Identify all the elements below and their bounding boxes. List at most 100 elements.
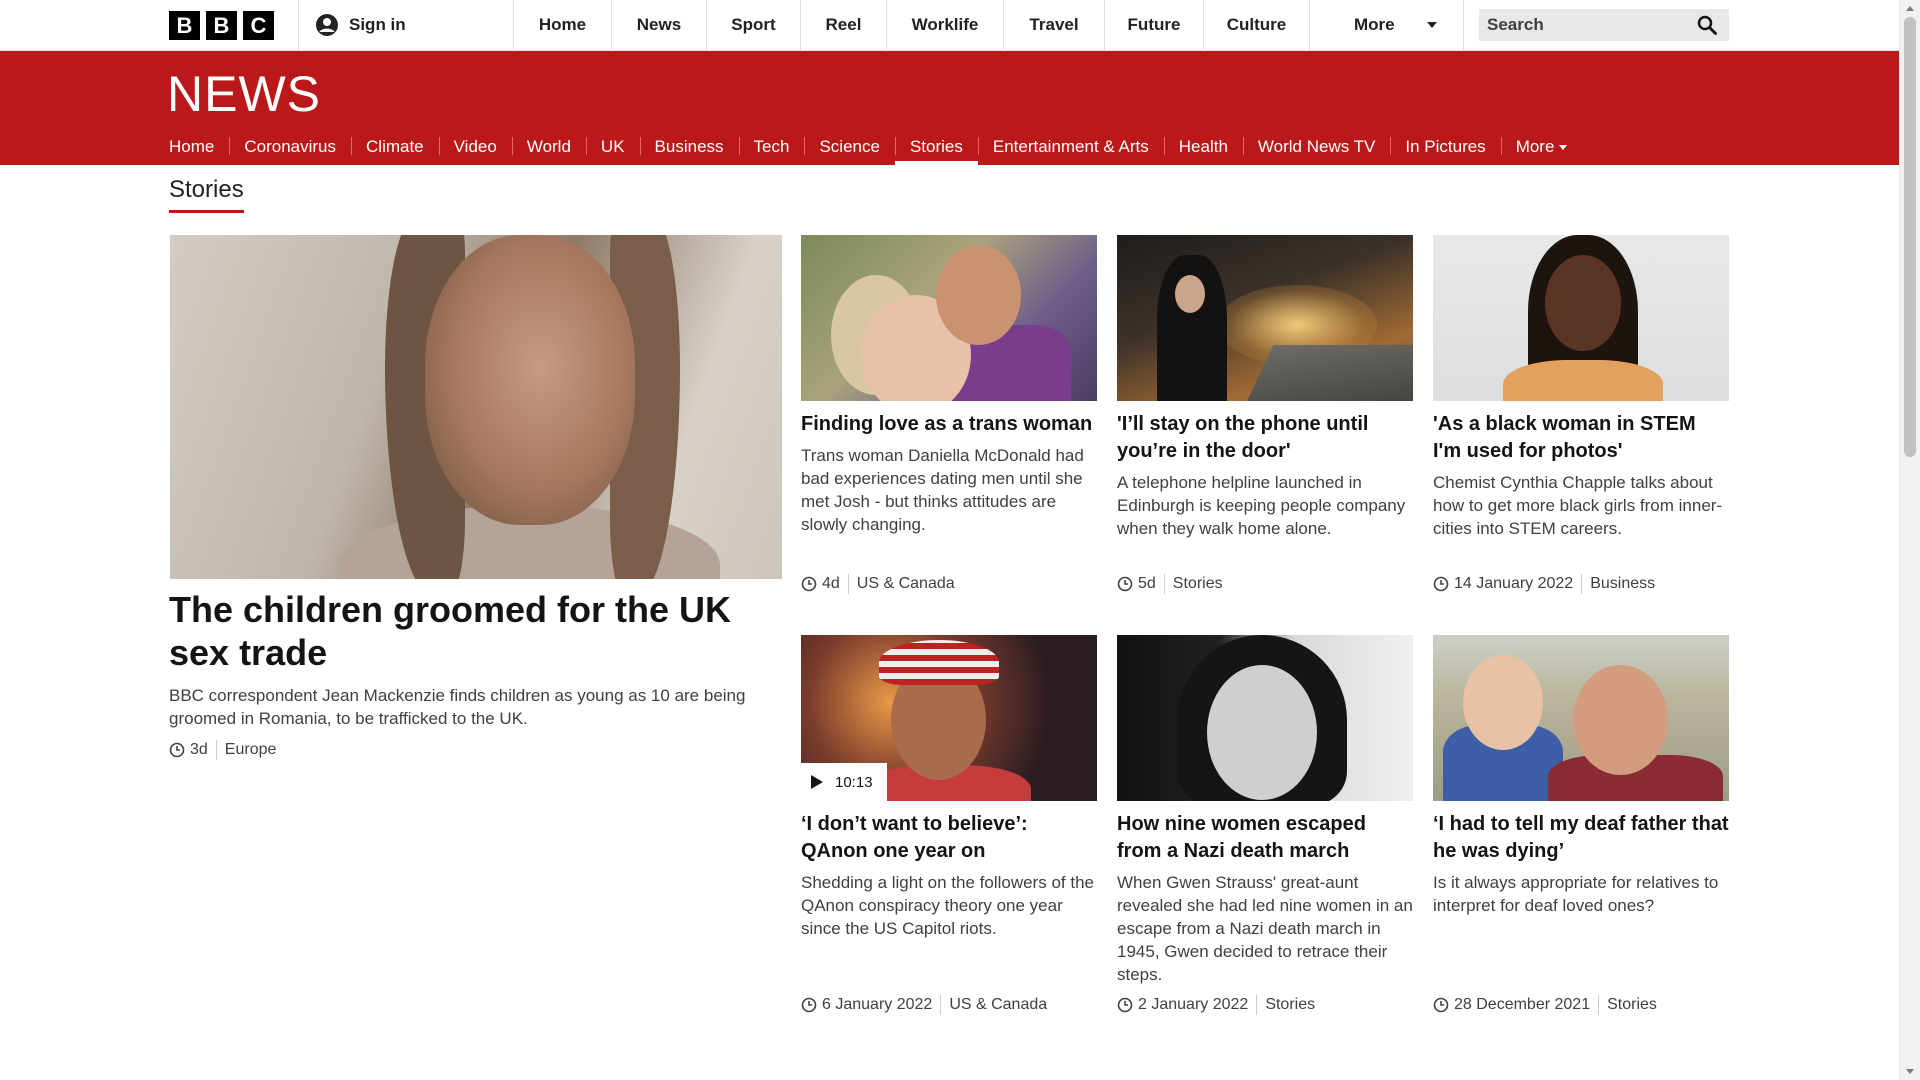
story-card-summary: When Gwen Strauss' great-aunt revealed s… — [1117, 873, 1413, 984]
news-nav-science[interactable]: Science — [804, 128, 894, 165]
page-scrollbar[interactable] — [1899, 0, 1920, 1080]
search-icon[interactable] — [1697, 15, 1717, 35]
meta-divider — [940, 995, 942, 1015]
global-nav-more[interactable]: More — [1309, 0, 1464, 50]
story-card-image[interactable]: 10:13 — [801, 635, 1097, 801]
news-nav-coronavirus[interactable]: Coronavirus — [229, 128, 351, 165]
news-nav-in-pictures[interactable]: In Pictures — [1390, 128, 1500, 165]
news-nav-uk[interactable]: UK — [585, 128, 640, 165]
news-nav-health[interactable]: Health — [1163, 128, 1243, 165]
story-card[interactable]: 10:13 ‘I don’t want to believe’: QAnon o… — [801, 635, 1097, 1020]
meta-divider — [215, 740, 217, 760]
story-card-image[interactable] — [801, 235, 1097, 401]
news-nav-home[interactable]: Home — [169, 128, 229, 165]
lead-story-meta: 3d Europe — [169, 739, 276, 761]
scrollbar-thumb[interactable] — [1904, 17, 1916, 457]
global-nav-home[interactable]: Home — [513, 0, 611, 50]
global-nav-sport[interactable]: Sport — [706, 0, 800, 50]
caret-down-icon — [1559, 145, 1568, 150]
lead-story-image[interactable] — [170, 235, 782, 579]
story-card-title[interactable]: 'As a black woman in STEM I'm used for p… — [1433, 411, 1729, 465]
story-card[interactable]: ‘I had to tell my deaf father that he wa… — [1433, 635, 1729, 1020]
story-card-category[interactable]: US & Canada — [949, 996, 1047, 1014]
story-card-meta: 4d US & Canada — [801, 573, 955, 595]
story-card-category[interactable]: Business — [1590, 575, 1655, 593]
clock-icon — [169, 742, 185, 758]
video-duration: 10:13 — [835, 773, 873, 791]
global-header: B B C Sign in Home News Sport Reel Workl… — [0, 0, 1899, 51]
meta-divider — [1163, 574, 1165, 594]
story-card-title[interactable]: How nine women escaped from a Nazi death… — [1117, 811, 1413, 865]
news-nav-world-news-tv[interactable]: World News TV — [1242, 128, 1390, 165]
global-nav-reel[interactable]: Reel — [800, 0, 886, 50]
video-duration-badge: 10:13 — [801, 763, 887, 801]
chevron-down-icon — [1427, 22, 1437, 28]
story-card-image[interactable] — [1117, 235, 1413, 401]
news-nav-business[interactable]: Business — [639, 128, 739, 165]
meta-divider — [1581, 574, 1583, 594]
global-nav-news[interactable]: News — [611, 0, 706, 50]
story-card[interactable]: Finding love as a trans woman Trans woma… — [801, 235, 1097, 605]
story-card-time: 5d — [1138, 575, 1156, 592]
clock-icon — [1433, 576, 1449, 592]
news-nav-world[interactable]: World — [511, 128, 586, 165]
story-card[interactable]: How nine women escaped from a Nazi death… — [1117, 635, 1413, 1020]
play-icon — [811, 775, 823, 789]
global-nav: Home News Sport Reel Worklife Travel Fut… — [513, 0, 1464, 50]
news-nav-more[interactable]: More — [1500, 128, 1583, 165]
sign-in-link[interactable]: Sign in — [298, 0, 514, 50]
story-card-title[interactable]: ‘I don’t want to believe’: QAnon one yea… — [801, 811, 1097, 865]
story-card-meta: 5d Stories — [1117, 573, 1223, 595]
clock-icon — [801, 997, 817, 1013]
story-card-image[interactable] — [1433, 235, 1729, 401]
story-card-time: 28 December 2021 — [1454, 996, 1591, 1013]
global-nav-future[interactable]: Future — [1104, 0, 1203, 50]
story-card-title[interactable]: 'I’ll stay on the phone until you’re in … — [1117, 411, 1413, 465]
story-card-summary: A telephone helpline launched in Edinbur… — [1117, 473, 1406, 538]
news-logo[interactable]: NEWS — [167, 65, 321, 123]
story-card-image[interactable] — [1117, 635, 1413, 801]
story-card-meta: 28 December 2021 Stories — [1433, 994, 1657, 1016]
story-card-summary: Shedding a light on the followers of the… — [801, 873, 1094, 938]
lead-story-title[interactable]: The children groomed for the UK sex trad… — [169, 588, 789, 674]
news-nav-more-label: More — [1515, 136, 1555, 156]
user-icon — [316, 14, 338, 36]
global-nav-culture[interactable]: Culture — [1203, 0, 1309, 50]
news-nav: Home Coronavirus Climate Video World UK … — [169, 128, 1582, 165]
news-nav-climate[interactable]: Climate — [351, 128, 439, 165]
story-card-category[interactable]: Stories — [1173, 575, 1223, 593]
global-nav-travel[interactable]: Travel — [1003, 0, 1104, 50]
story-card-meta: 6 January 2022 US & Canada — [801, 994, 1047, 1016]
news-nav-video[interactable]: Video — [438, 128, 512, 165]
clock-icon — [1433, 997, 1449, 1013]
lead-story-time: 3d — [190, 741, 208, 758]
bbc-logo[interactable]: B B C — [169, 11, 274, 40]
news-nav-stories[interactable]: Stories — [894, 128, 978, 165]
story-card-summary: Trans woman Daniella McDonald had bad ex… — [801, 446, 1084, 534]
story-card[interactable]: 'I’ll stay on the phone until you’re in … — [1117, 235, 1413, 605]
story-card-meta: 2 January 2022 Stories — [1117, 994, 1315, 1016]
story-card-title[interactable]: ‘I had to tell my deaf father that he wa… — [1433, 811, 1729, 865]
news-nav-tech[interactable]: Tech — [738, 128, 805, 165]
news-nav-entertainment-arts[interactable]: Entertainment & Arts — [977, 128, 1164, 165]
clock-icon — [801, 576, 817, 592]
scroll-down-arrow-icon[interactable] — [1906, 1069, 1914, 1074]
story-card-category[interactable]: US & Canada — [857, 575, 955, 593]
meta-divider — [847, 574, 849, 594]
lead-story-category[interactable]: Europe — [225, 741, 277, 759]
story-card-time: 2 January 2022 — [1138, 996, 1249, 1013]
story-card-title[interactable]: Finding love as a trans woman — [801, 411, 1097, 438]
scroll-up-arrow-icon[interactable] — [1906, 6, 1914, 11]
global-nav-worklife[interactable]: Worklife — [886, 0, 1003, 50]
bbc-logo-letter: B — [169, 11, 200, 40]
clock-icon — [1117, 576, 1133, 592]
story-card-time: 14 January 2022 — [1454, 575, 1574, 592]
story-card-category[interactable]: Stories — [1607, 996, 1657, 1014]
story-card-meta: 14 January 2022 Business — [1433, 573, 1655, 595]
story-card-image[interactable] — [1433, 635, 1729, 801]
story-card[interactable]: 'As a black woman in STEM I'm used for p… — [1433, 235, 1729, 605]
story-card-category[interactable]: Stories — [1265, 996, 1315, 1014]
bbc-logo-letter: C — [243, 11, 274, 40]
global-nav-more-label: More — [1354, 15, 1395, 34]
search-input[interactable]: Search — [1479, 9, 1729, 41]
